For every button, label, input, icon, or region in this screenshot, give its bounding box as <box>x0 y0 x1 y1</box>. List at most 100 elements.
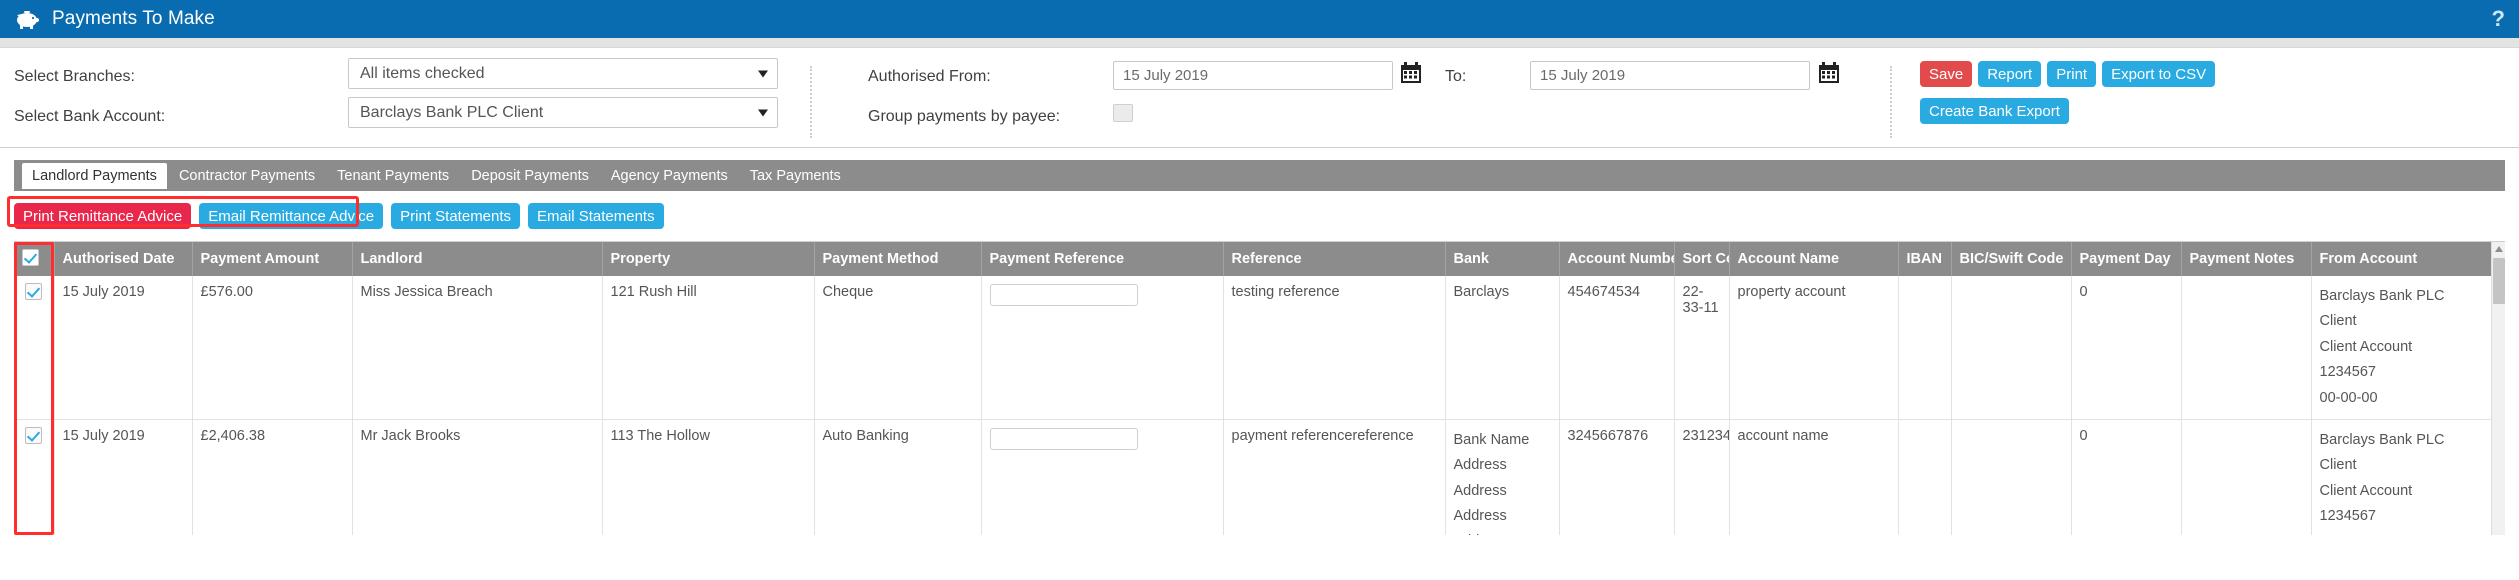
print-remittance-advice-button[interactable]: Print Remittance Advice <box>14 203 192 229</box>
calendar-icon[interactable] <box>1400 62 1422 84</box>
tab-deposit-payments[interactable]: Deposit Payments <box>461 163 599 189</box>
from-account-line: 00-00-00 <box>2319 389 2378 406</box>
cell-payment-day: 0 <box>2071 276 2182 420</box>
select-bank-account-dropdown[interactable]: Barclays Bank PLC Client <box>348 97 778 128</box>
tab-tenant-payments[interactable]: Tenant Payments <box>327 163 459 189</box>
payment-reference-input[interactable] <box>989 427 1138 450</box>
column-payment-method[interactable]: Payment Method <box>814 242 982 276</box>
select-branches-dropdown[interactable]: All items checked <box>348 58 778 89</box>
tab-landlord-payments[interactable]: Landlord Payments <box>22 162 167 189</box>
payment-type-tabs: Landlord Payments Contractor Payments Te… <box>14 160 2505 191</box>
filter-divider-left <box>810 66 812 138</box>
cell-from-account: Barclays Bank PLC Client Client Account … <box>2311 419 2492 535</box>
cell-payment-reference[interactable] <box>981 276 1224 420</box>
authorised-from-label: Authorised From: <box>868 68 991 85</box>
filter-divider-right <box>1890 66 1892 138</box>
table-row[interactable]: 15 July 2019 £576.00 Miss Jessica Breach… <box>14 276 2492 420</box>
authorised-from-value: 15 July 2019 <box>1123 67 1209 84</box>
tab-agency-payments[interactable]: Agency Payments <box>601 163 738 189</box>
email-remittance-advice-button[interactable]: Email Remittance Advice <box>199 203 384 229</box>
column-account-number[interactable]: Account Number <box>1559 242 1675 276</box>
help-icon[interactable]: ? <box>2492 6 2505 32</box>
page-title: Payments To Make <box>52 8 215 29</box>
row-select-cell[interactable] <box>14 419 55 535</box>
cell-payment-day: 0 <box>2071 419 2182 535</box>
cell-payment-amount: £576.00 <box>192 276 353 420</box>
column-reference[interactable]: Reference <box>1223 242 1446 276</box>
export-to-csv-button[interactable]: Export to CSV <box>2102 61 2216 87</box>
cell-bic-swift <box>1951 419 2072 535</box>
column-bank[interactable]: Bank <box>1445 242 1560 276</box>
cell-reference: testing reference <box>1223 276 1446 420</box>
group-payments-by-payee-label: Group payments by payee: <box>868 108 1061 125</box>
column-payment-amount[interactable]: Payment Amount <box>192 242 353 276</box>
filter-panel: Select Branches: All items checked Selec… <box>0 48 2519 148</box>
piggy-bank-icon <box>14 9 40 29</box>
bank-line: Address <box>1454 529 1551 535</box>
select-branches-label: Select Branches: <box>14 68 135 85</box>
print-button[interactable]: Print <box>2047 61 2097 87</box>
bank-line: Address <box>1453 508 1507 524</box>
report-button[interactable]: Report <box>1978 61 2042 87</box>
row-select-cell[interactable] <box>14 276 55 420</box>
row-checkbox[interactable] <box>25 426 43 444</box>
from-account-line: 00-00-00 <box>2320 529 2483 535</box>
authorised-to-value: 15 July 2019 <box>1540 67 1626 84</box>
cell-property: 121 Rush Hill <box>602 276 815 420</box>
grid-vertical-scrollbar[interactable] <box>2491 242 2505 535</box>
cell-payment-method: Cheque <box>814 276 982 420</box>
row-checkbox[interactable] <box>25 283 43 300</box>
chevron-down-icon <box>758 70 768 77</box>
cell-property: 113 The Hollow <box>602 419 815 535</box>
column-iban[interactable]: IBAN <box>1898 242 1952 276</box>
group-payments-by-payee-checkbox[interactable] <box>1113 104 1133 122</box>
cell-bank: Barclays <box>1445 276 1560 420</box>
from-account-line: 1234567 <box>2319 364 2376 381</box>
from-account-line: Barclays Bank PLC Client <box>2319 431 2445 474</box>
column-account-name[interactable]: Account Name <box>1729 242 1899 276</box>
authorised-to-input[interactable]: 15 July 2019 <box>1530 61 1810 90</box>
calendar-icon[interactable] <box>1818 62 1840 84</box>
cell-payment-amount: £2,406.38 <box>192 419 353 535</box>
tab-contractor-payments[interactable]: Contractor Payments <box>169 163 325 189</box>
from-account-line: 1234567 <box>2319 508 2376 524</box>
print-statements-button[interactable]: Print Statements <box>391 203 521 229</box>
column-from-account[interactable]: From Account <box>2311 242 2492 276</box>
column-authorised-date[interactable]: Authorised Date <box>54 242 193 276</box>
table-row[interactable]: 15 July 2019 £2,406.38 Mr Jack Brooks 11… <box>14 419 2492 535</box>
column-property[interactable]: Property <box>602 242 815 276</box>
select-branches-value: All items checked <box>360 64 485 82</box>
select-all-header[interactable] <box>14 242 55 276</box>
cell-landlord: Miss Jessica Breach <box>352 276 603 420</box>
create-bank-export-button[interactable]: Create Bank Export <box>1920 98 2069 124</box>
save-button[interactable]: Save <box>1920 61 1973 87</box>
tab-tax-payments[interactable]: Tax Payments <box>740 163 851 189</box>
column-payment-day[interactable]: Payment Day <box>2071 242 2182 276</box>
cell-payment-notes <box>2181 276 2312 420</box>
remittance-action-row: Print Remittance Advice Email Remittance… <box>7 196 2505 231</box>
column-payment-reference[interactable]: Payment Reference <box>981 242 1224 276</box>
column-payment-notes[interactable]: Payment Notes <box>2181 242 2312 276</box>
authorised-from-input[interactable]: 15 July 2019 <box>1113 61 1393 90</box>
cell-payment-reference[interactable] <box>981 419 1224 535</box>
cell-sort-code: 22-33-11 <box>1674 276 1730 420</box>
window-title-bar: Payments To Make ? <box>0 0 2519 38</box>
select-bank-account-label: Select Bank Account: <box>14 108 166 125</box>
select-all-checkbox[interactable] <box>22 249 39 266</box>
select-bank-account-value: Barclays Bank PLC Client <box>360 103 544 121</box>
scroll-up-icon[interactable] <box>2495 246 2503 252</box>
cell-reference: payment referencereference <box>1223 419 1446 535</box>
payment-reference-input[interactable] <box>989 284 1138 306</box>
cell-payment-notes <box>2181 419 2312 535</box>
cell-sort-code: 231234 <box>1674 419 1730 535</box>
column-bic-swift-code[interactable]: BIC/Swift Code <box>1951 242 2072 276</box>
scrollbar-thumb[interactable] <box>2493 258 2505 304</box>
email-statements-button[interactable]: Email Statements <box>528 203 664 229</box>
title-underbar <box>0 38 2519 48</box>
column-landlord[interactable]: Landlord <box>352 242 603 276</box>
column-sort-code[interactable]: Sort Code <box>1674 242 1730 276</box>
bank-line: Address <box>1453 457 1507 474</box>
cell-iban <box>1898 276 1952 420</box>
cell-landlord: Mr Jack Brooks <box>352 419 603 535</box>
cell-authorised-date: 15 July 2019 <box>54 419 193 535</box>
